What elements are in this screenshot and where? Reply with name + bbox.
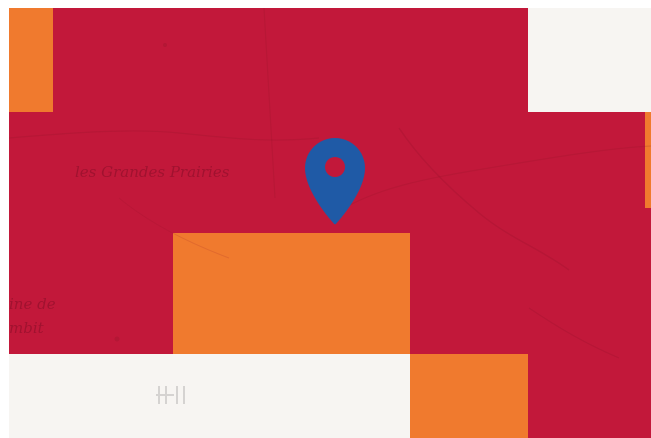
tile-red-top (9, 8, 528, 112)
map-pin-icon[interactable] (303, 136, 367, 228)
map-frame: les Grandes Prairies ine de mbit (0, 0, 651, 438)
tile-orange-bottom-middle (410, 354, 528, 438)
tile-red-bottom-right (528, 354, 651, 438)
tile-orange-center (173, 233, 410, 354)
map-canvas[interactable]: les Grandes Prairies ine de mbit (9, 8, 651, 438)
tile-orange-right-edge (645, 112, 651, 208)
tile-white-bottom-left (9, 354, 410, 438)
tile-orange-top-left (9, 8, 53, 112)
tile-white-top-right (528, 8, 651, 112)
